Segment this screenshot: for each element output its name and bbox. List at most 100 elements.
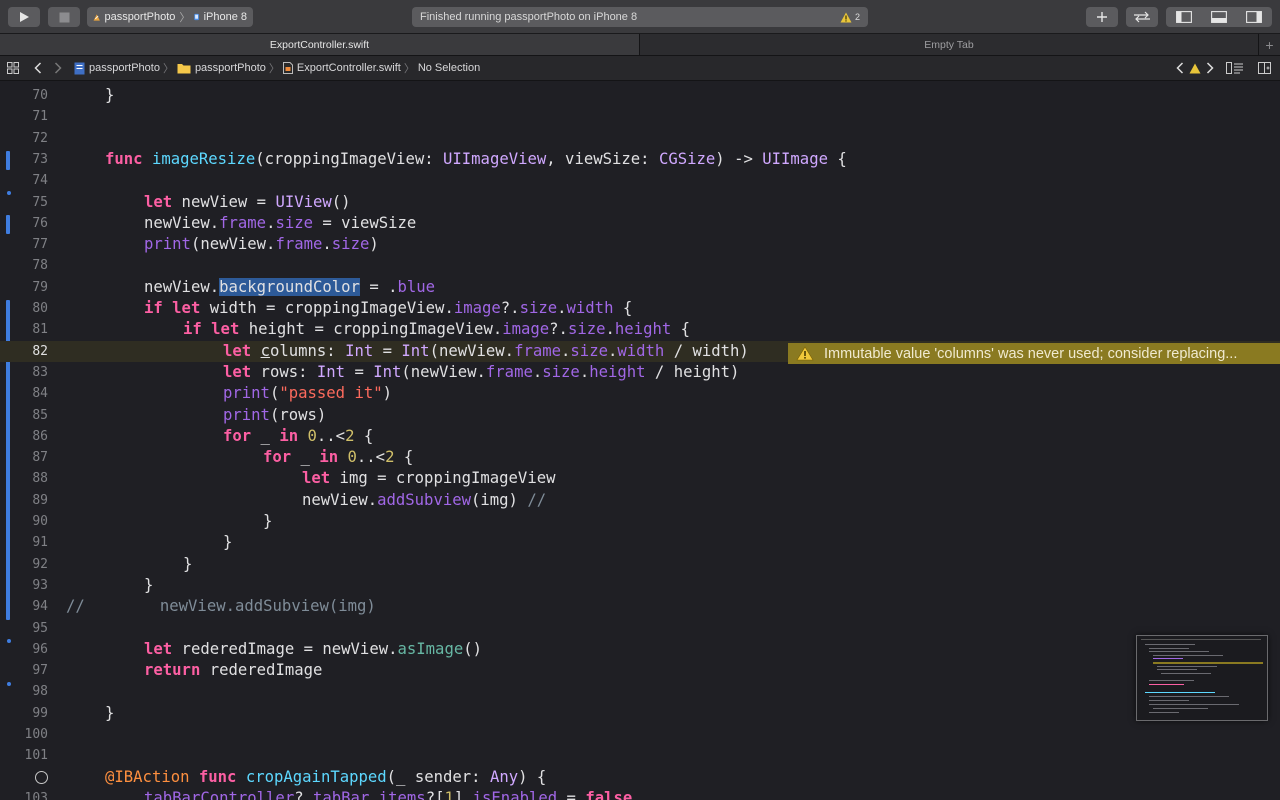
code-line: 74: [0, 170, 1280, 191]
code-line: 81 if let height = croppingImageView.ima…: [0, 319, 1280, 340]
ibaction-connection-circle-icon[interactable]: [35, 770, 48, 784]
line-number: 76: [32, 215, 48, 231]
run-button[interactable]: [8, 7, 40, 27]
code-line: 86 for _ in 0..<2 {: [0, 426, 1280, 447]
line-number: 93: [32, 577, 48, 593]
source-editor[interactable]: 70 } 71 72 73 func imageResize(croppingI…: [0, 81, 1280, 800]
stop-button[interactable]: [48, 7, 80, 27]
code-line: 103 tabBarController?.tabBar.items?[1].i…: [0, 788, 1280, 800]
line-number: 101: [24, 748, 48, 764]
code-line: 96 let rederedImage = newView.asImage(): [0, 639, 1280, 660]
grid-icon: [7, 62, 19, 74]
line-number: 88: [32, 471, 48, 487]
issue-warning-icon[interactable]: [1189, 63, 1201, 74]
code-text: print(rows): [223, 405, 327, 424]
right-panel-icon: [1246, 11, 1263, 23]
code-line: 99 }: [0, 703, 1280, 724]
code-line: 80 if let width = croppingImageView.imag…: [0, 298, 1280, 319]
xcode-project-icon: [93, 13, 100, 21]
code-text: }: [144, 575, 154, 594]
breadcrumb-file[interactable]: ExportController.swift: [282, 62, 401, 74]
swift-file-icon: [282, 62, 293, 74]
code-line: 88 let img = croppingImageView: [0, 468, 1280, 489]
line-number: 90: [32, 514, 48, 529]
breadcrumb-folder-label: passportPhoto: [194, 62, 266, 74]
breadcrumb-project[interactable]: passportPhoto: [74, 62, 160, 75]
status-text: Finished running passportPhoto on iPhone…: [420, 11, 638, 23]
code-text: @IBAction func cropAgainTapped(_ sender:…: [105, 767, 547, 786]
breadcrumb-folder[interactable]: passportPhoto: [177, 62, 266, 74]
code-text: newView.frame.size = viewSize: [144, 213, 417, 232]
minimap[interactable]: [1136, 635, 1268, 721]
toolbar: passportPhoto 〉 iPhone 8 Finished runnin…: [0, 0, 1280, 34]
code-line: 70 }: [0, 85, 1280, 106]
inline-warning-banner[interactable]: Immutable value 'columns' was never used…: [788, 343, 1280, 364]
code-text: let columns: Int = Int(newView.frame.siz…: [223, 341, 749, 360]
chevron-left-icon: [34, 62, 42, 74]
line-number: 89: [32, 492, 48, 508]
code-text: for _ in 0..<2 {: [223, 426, 374, 445]
code-text: }: [183, 554, 193, 573]
line-number: 94: [32, 599, 48, 615]
code-text: let rows: Int = Int(newView.frame.size.h…: [223, 362, 740, 381]
code-line: 78: [0, 255, 1280, 276]
debug-area-toggle[interactable]: [1201, 7, 1236, 27]
code-line: 92 }: [0, 554, 1280, 575]
library-button[interactable]: [1086, 7, 1118, 27]
bottom-panel-icon: [1211, 11, 1227, 23]
code-review-button[interactable]: [1126, 7, 1158, 27]
code-line: 98: [0, 681, 1280, 702]
line-number: 81: [32, 322, 48, 338]
code-line: 76 newView.frame.size = viewSize: [0, 213, 1280, 234]
line-number: 103: [24, 790, 48, 800]
back-button[interactable]: [34, 62, 42, 74]
selected-text: backgroundColor: [219, 277, 360, 296]
panel-toggle-group: [1166, 7, 1272, 27]
code-text: }: [105, 86, 115, 104]
add-editor-button[interactable]: [1258, 62, 1271, 74]
line-number: 74: [32, 173, 48, 189]
code-line: 72: [0, 128, 1280, 149]
code-line: 90 }: [0, 511, 1280, 532]
code-line: 89 newView.addSubview(img) //: [0, 490, 1280, 511]
line-number: 98: [32, 684, 48, 700]
forward-button[interactable]: [54, 62, 62, 74]
line-number: 97: [32, 663, 48, 679]
breadcrumb-file-label: ExportController.swift: [296, 62, 401, 74]
breadcrumb-selection[interactable]: No Selection: [418, 62, 480, 74]
line-number: 71: [32, 109, 48, 125]
navigator-toggle[interactable]: [1166, 7, 1201, 27]
code-line: 73 func imageResize(croppingImageView: U…: [0, 149, 1280, 170]
breadcrumb-separator-icon: 〉: [268, 63, 280, 75]
tab-empty[interactable]: Empty Tab: [640, 34, 1259, 55]
breadcrumb-project-label: passportPhoto: [89, 62, 160, 74]
tab-bar: ExportController.swift Empty Tab +: [0, 34, 1280, 56]
line-number: 85: [32, 407, 48, 423]
activity-status-bar: Finished running passportPhoto on iPhone…: [412, 7, 868, 27]
line-number: 92: [32, 556, 48, 572]
tab-exportcontroller[interactable]: ExportController.swift: [0, 34, 640, 55]
new-tab-plus-icon[interactable]: +: [1259, 34, 1280, 55]
code-text: }: [105, 703, 115, 722]
code-line: 85 print(rows): [0, 405, 1280, 426]
warning-count: 2: [854, 12, 860, 22]
code-text: let rederedImage = newView.asImage(): [144, 639, 482, 658]
iphone-icon: [194, 13, 200, 21]
related-items-button[interactable]: [7, 62, 19, 74]
chevron-right-icon: 〉: [179, 12, 191, 24]
code-line: 71: [0, 106, 1280, 127]
line-number: 87: [32, 450, 48, 466]
line-number: 79: [32, 279, 48, 295]
scheme-project-label: passportPhoto: [104, 11, 176, 23]
code-line: @IBAction func cropAgainTapped(_ sender:…: [0, 767, 1280, 788]
inspector-toggle[interactable]: [1237, 7, 1272, 27]
code-line: 84 print("passed it"): [0, 383, 1280, 404]
scheme-selector[interactable]: passportPhoto 〉 iPhone 8: [87, 7, 253, 27]
next-issue-button[interactable]: [1206, 62, 1214, 74]
code-line: 93 }: [0, 575, 1280, 596]
editor-options-button[interactable]: [1226, 62, 1244, 74]
breadcrumb-separator-icon: 〉: [162, 63, 174, 75]
code-text: if let height = croppingImageView.image?…: [183, 320, 691, 339]
previous-issue-button[interactable]: [1176, 62, 1184, 74]
warning-count-badge[interactable]: 2: [840, 12, 860, 23]
